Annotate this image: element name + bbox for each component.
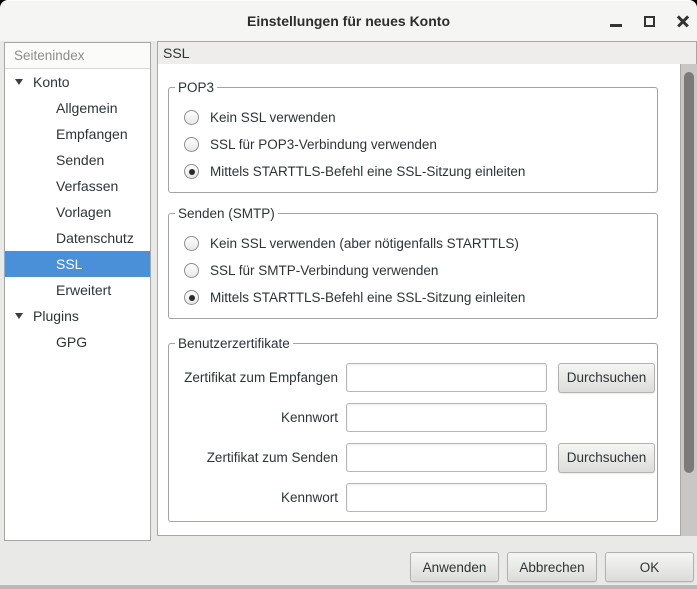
titlebar[interactable]: Einstellungen für neues Konto — [0, 0, 697, 41]
sidebar-item-erweitert[interactable]: Erweitert — [5, 277, 150, 303]
tree-label: Konto — [33, 74, 70, 90]
smtp-group: Senden (SMTP) Kein SSL verwenden (aber n… — [168, 213, 658, 319]
window-bottom-edge — [0, 585, 697, 589]
sidebar-item-gpg[interactable]: GPG — [5, 329, 150, 355]
scrollbar-thumb[interactable] — [684, 72, 694, 473]
radio-icon[interactable] — [184, 263, 199, 278]
radio-label: SSL für SMTP-Verbindung verwenden — [210, 263, 438, 278]
sidebar-item-senden[interactable]: Senden — [5, 147, 150, 173]
cert-send-password-input[interactable] — [346, 483, 547, 512]
radio-icon[interactable] — [184, 110, 199, 125]
sidebar-item-vorlagen[interactable]: Vorlagen — [5, 199, 150, 225]
sidebar-item-plugins[interactable]: Plugins — [5, 303, 150, 329]
tree-label: SSL — [56, 256, 82, 272]
tree-label: Datenschutz — [56, 230, 134, 246]
expander-down-icon[interactable] — [15, 313, 23, 319]
cert-receive-row: Zertifikat zum Empfangen Durchsuchen — [169, 363, 657, 392]
radio-label: Kein SSL verwenden — [210, 110, 336, 125]
cert-send-row: Zertifikat zum Senden Durchsuchen — [169, 443, 657, 472]
vertical-scrollbar[interactable] — [681, 64, 697, 536]
tree-label: Senden — [56, 152, 104, 168]
radio-option-smtp-starttls[interactable]: Mittels STARTTLS-Befehl eine SSL-Sitzung… — [184, 284, 657, 311]
user-certificates-group: Benutzerzertifikate Zertifikat zum Empfa… — [168, 343, 658, 522]
browse-receive-cert-button[interactable]: Durchsuchen — [558, 363, 655, 393]
radio-option-pop3-no-ssl[interactable]: Kein SSL verwenden — [184, 104, 657, 131]
screenshot-root: Einstellungen für neues Konto Seiteninde… — [0, 0, 697, 589]
page-index-sidebar: Seitenindex Konto Allgemein Empfangen Se… — [4, 42, 151, 541]
cert-receive-input[interactable] — [346, 363, 547, 392]
radio-icon[interactable] — [184, 164, 199, 179]
radio-icon[interactable] — [184, 236, 199, 251]
close-button[interactable] — [670, 1, 696, 42]
cert-receive-password-row: Kennwort — [169, 403, 657, 432]
ok-button[interactable]: OK — [605, 552, 694, 582]
tree-label: Vorlagen — [56, 204, 111, 220]
sidebar-item-allgemein[interactable]: Allgemein — [5, 95, 150, 121]
radio-option-smtp-ssl[interactable]: SSL für SMTP-Verbindung verwenden — [184, 257, 657, 284]
tree-label: GPG — [56, 334, 87, 350]
tree-label: Verfassen — [56, 178, 118, 194]
radio-option-pop3-ssl[interactable]: SSL für POP3-Verbindung verwenden — [184, 131, 657, 158]
cancel-button[interactable]: Abbrechen — [507, 552, 597, 582]
radio-label: SSL für POP3-Verbindung verwenden — [210, 137, 437, 152]
expander-down-icon[interactable] — [15, 79, 23, 85]
sidebar-header: Seitenindex — [5, 43, 150, 69]
tree-label: Erweitert — [56, 282, 111, 298]
tree-label: Allgemein — [56, 100, 117, 116]
field-label: Kennwort — [169, 490, 338, 505]
maximize-icon — [644, 16, 655, 27]
group-legend: POP3 — [175, 79, 217, 96]
minimize-button[interactable] — [603, 1, 629, 42]
settings-dialog: Einstellungen für neues Konto Seiteninde… — [0, 0, 697, 589]
window-title: Einstellungen für neues Konto — [0, 1, 697, 42]
radio-label: Mittels STARTTLS-Befehl eine SSL-Sitzung… — [210, 164, 525, 179]
tree-label: Empfangen — [56, 126, 128, 142]
cert-send-input[interactable] — [346, 443, 547, 472]
apply-button[interactable]: Anwenden — [410, 552, 499, 582]
page-title: SSL — [157, 41, 697, 65]
browse-send-cert-button[interactable]: Durchsuchen — [558, 443, 655, 473]
radio-icon[interactable] — [184, 290, 199, 305]
radio-option-smtp-no-ssl[interactable]: Kein SSL verwenden (aber nötigenfalls ST… — [184, 230, 657, 257]
sidebar-item-ssl[interactable]: SSL — [5, 251, 150, 277]
pop3-group: POP3 Kein SSL verwenden SSL für POP3-Ver… — [168, 87, 658, 193]
minimize-icon — [610, 24, 622, 27]
radio-label: Mittels STARTTLS-Befehl eine SSL-Sitzung… — [210, 290, 525, 305]
radio-option-pop3-starttls[interactable]: Mittels STARTTLS-Befehl eine SSL-Sitzung… — [184, 158, 657, 185]
sidebar-item-datenschutz[interactable]: Datenschutz — [5, 225, 150, 251]
tree-label: Plugins — [33, 308, 79, 324]
field-label: Zertifikat zum Empfangen — [169, 370, 338, 385]
ssl-settings-panel: POP3 Kein SSL verwenden SSL für POP3-Ver… — [157, 64, 681, 536]
sidebar-item-konto[interactable]: Konto — [5, 69, 150, 95]
group-legend: Benutzerzertifikate — [175, 335, 293, 352]
field-label: Zertifikat zum Senden — [169, 450, 338, 465]
sidebar-item-empfangen[interactable]: Empfangen — [5, 121, 150, 147]
field-label: Kennwort — [169, 410, 338, 425]
sidebar-item-verfassen[interactable]: Verfassen — [5, 173, 150, 199]
cert-receive-password-input[interactable] — [346, 403, 547, 432]
maximize-button[interactable] — [636, 1, 662, 42]
radio-label: Kein SSL verwenden (aber nötigenfalls ST… — [210, 236, 519, 251]
cert-send-password-row: Kennwort — [169, 483, 657, 512]
radio-icon[interactable] — [184, 137, 199, 152]
group-legend: Senden (SMTP) — [175, 205, 278, 222]
